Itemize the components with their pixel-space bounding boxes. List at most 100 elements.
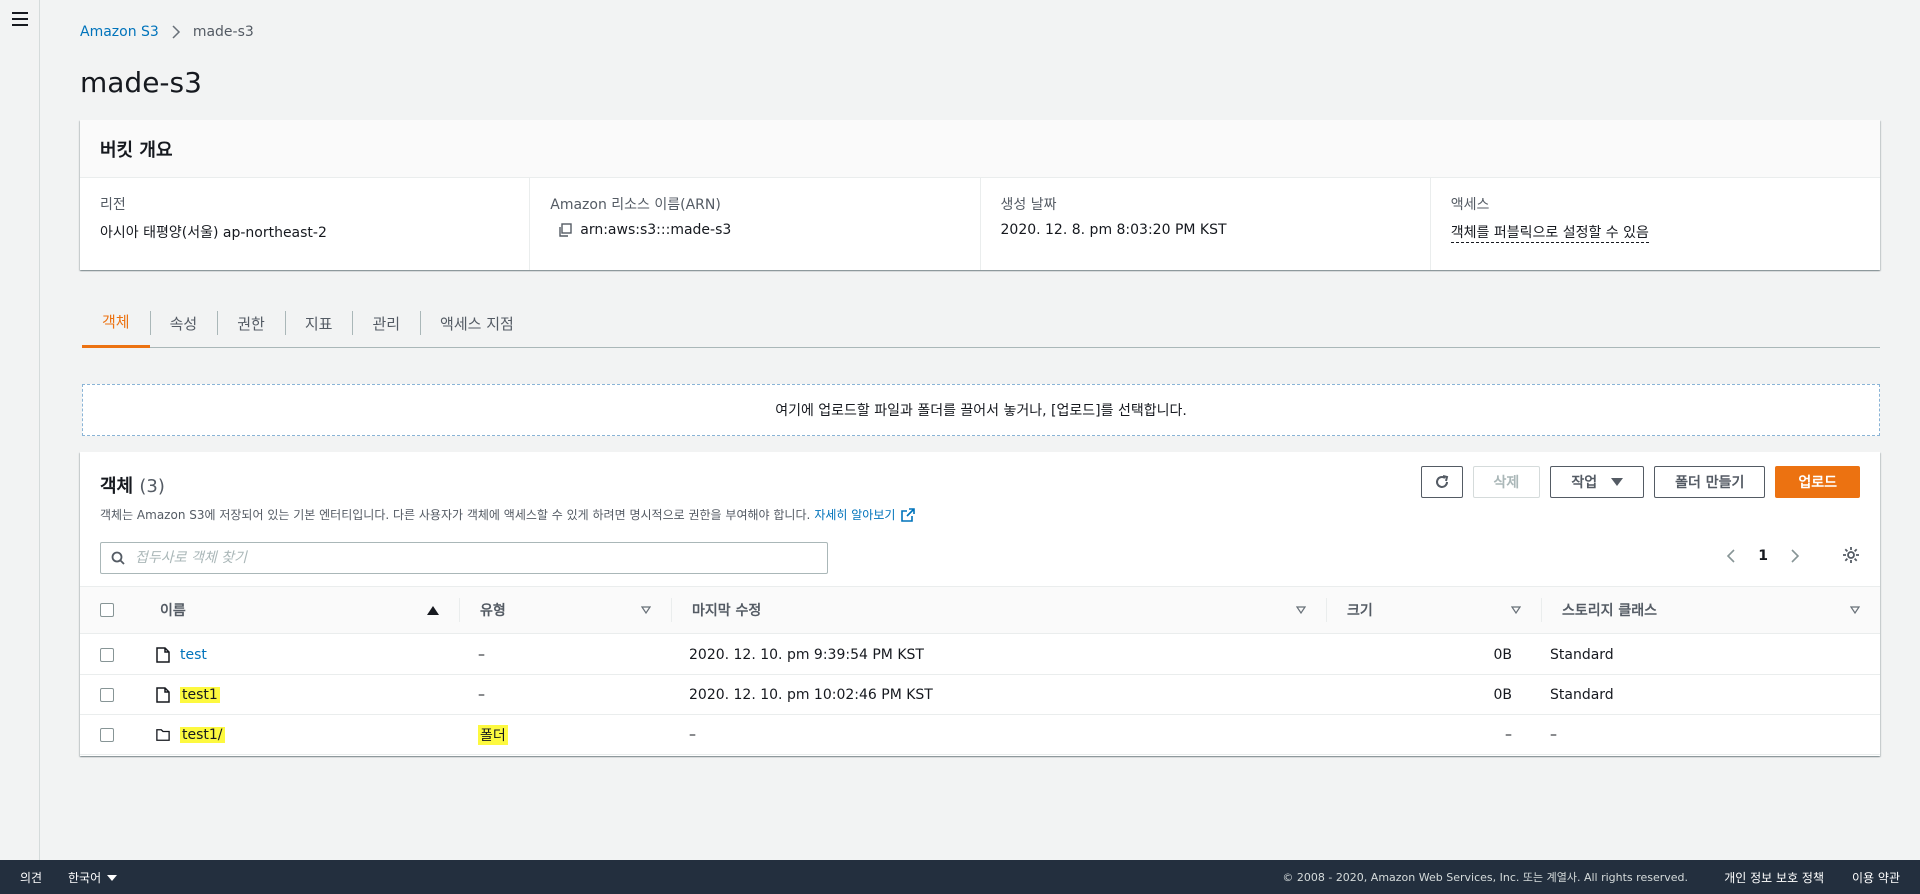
overview-columns: 리전 아시아 태평양(서울) ap-northeast-2 Amazon 리소스… xyxy=(80,178,1880,270)
table-row[interactable]: test – 2020. 12. 10. pm 9:39:54 PM KST 0… xyxy=(80,635,1880,675)
arn-label: Amazon 리소스 이름(ARN) xyxy=(550,197,721,213)
copyright-text: © 2008 - 2020, Amazon Web Services, Inc.… xyxy=(1282,871,1688,884)
select-all-checkbox[interactable] xyxy=(100,603,114,617)
row-checkbox[interactable] xyxy=(100,727,114,742)
learn-more-link[interactable]: 자세히 알아보기 xyxy=(814,506,895,523)
search-icon xyxy=(111,551,125,565)
caret-down-icon xyxy=(1611,478,1624,486)
objects-toolbar: 삭제 작업 폴더 만들기 업로드 xyxy=(1420,466,1860,498)
region-label: 리전 xyxy=(100,197,126,213)
row-checkbox[interactable] xyxy=(100,687,114,702)
object-storage-class: – xyxy=(1550,726,1557,743)
terms-of-use-link[interactable]: 이용 약관 xyxy=(1852,869,1900,886)
column-modified-label: 마지막 수정 xyxy=(692,603,762,619)
object-type: – xyxy=(478,646,485,663)
table-row[interactable]: test1 – 2020. 12. 10. pm 10:02:46 PM KST… xyxy=(80,675,1880,715)
breadcrumb-amazon-s3-link[interactable]: Amazon S3 xyxy=(80,24,159,40)
access-label: 액세스 xyxy=(1450,197,1490,213)
column-header-size[interactable]: 크기 xyxy=(1327,598,1542,622)
region-column: 리전 아시아 태평양(서울) ap-northeast-2 xyxy=(80,178,531,270)
arn-column: Amazon 리소스 이름(ARN) arn:aws:s3:::made-s3 xyxy=(530,178,981,270)
objects-heading: 객체 (3) xyxy=(100,472,165,498)
column-header-type[interactable]: 유형 xyxy=(460,598,672,622)
delete-button[interactable]: 삭제 xyxy=(1472,466,1541,498)
sort-ascending-icon xyxy=(427,605,439,615)
refresh-icon xyxy=(1435,475,1448,488)
overview-header: 버킷 개요 xyxy=(80,120,1880,178)
previous-page-icon[interactable] xyxy=(1726,548,1736,564)
page-title: made-s3 xyxy=(80,66,202,99)
arn-value: arn:aws:s3:::made-s3 xyxy=(580,222,732,238)
object-name-link[interactable]: test1/ xyxy=(180,726,225,743)
console-footer: 의견 한국어 © 2008 - 2020, Amazon Web Service… xyxy=(0,860,1920,894)
access-value-popover[interactable]: 객체를 퍼블릭으로 설정할 수 있음 xyxy=(1450,222,1649,243)
folder-icon xyxy=(156,728,170,741)
objects-count: (3) xyxy=(139,476,165,497)
created-value: 2020. 12. 8. pm 8:03:20 PM KST xyxy=(1000,222,1227,238)
object-size: 0B xyxy=(1493,686,1512,703)
created-column: 생성 날짜 2020. 12. 8. pm 8:03:20 PM KST xyxy=(981,178,1431,270)
pagination: 1 xyxy=(1726,548,1800,564)
side-navigation-rail xyxy=(0,0,40,860)
tab-permissions[interactable]: 권한 xyxy=(217,298,285,348)
chevron-right-icon xyxy=(172,25,180,39)
sort-icon xyxy=(1511,606,1521,614)
upload-button[interactable]: 업로드 xyxy=(1775,466,1860,498)
object-storage-class: Standard xyxy=(1550,646,1614,663)
refresh-button[interactable] xyxy=(1420,466,1463,498)
gear-icon[interactable] xyxy=(1842,546,1860,564)
objects-description: 객체는 Amazon S3에 저장되어 있는 기본 엔터티입니다. 다른 사용자… xyxy=(100,508,811,522)
object-search-box xyxy=(100,542,828,574)
column-header-last-modified[interactable]: 마지막 수정 xyxy=(672,598,1327,622)
column-header-storage-class[interactable]: 스토리지 클래스 xyxy=(1542,598,1880,622)
next-page-icon[interactable] xyxy=(1790,548,1800,564)
file-icon xyxy=(156,686,170,703)
sort-icon xyxy=(1850,606,1860,614)
tab-management[interactable]: 관리 xyxy=(352,298,420,348)
language-selector[interactable]: 한국어 xyxy=(68,869,118,886)
object-last-modified: 2020. 12. 10. pm 10:02:46 PM KST xyxy=(689,686,933,703)
object-size: – xyxy=(1505,726,1512,743)
upload-dropzone[interactable]: 여기에 업로드할 파일과 폴더를 끌어서 놓거나, [업로드]를 선택합니다. xyxy=(82,384,1880,436)
actions-dropdown-button[interactable]: 작업 xyxy=(1550,466,1645,498)
file-icon xyxy=(156,646,170,663)
tab-objects[interactable]: 객체 xyxy=(82,298,150,348)
breadcrumb: Amazon S3 made-s3 xyxy=(80,24,254,40)
object-name-link[interactable]: test1 xyxy=(180,686,220,703)
feedback-link[interactable]: 의견 xyxy=(20,869,42,886)
sort-icon xyxy=(641,606,651,614)
tab-properties[interactable]: 속성 xyxy=(149,298,218,348)
object-size: 0B xyxy=(1493,646,1512,663)
column-storage-label: 스토리지 클래스 xyxy=(1562,603,1658,619)
table-row[interactable]: test1/ 폴더 – – – xyxy=(80,715,1880,755)
bucket-overview-panel: 버킷 개요 리전 아시아 태평양(서울) ap-northeast-2 Amaz… xyxy=(80,120,1880,270)
sort-icon xyxy=(1296,606,1306,614)
caret-down-icon xyxy=(107,875,118,881)
object-type: 폴더 xyxy=(478,724,508,745)
row-checkbox[interactable] xyxy=(100,647,114,662)
object-last-modified: – xyxy=(689,726,696,743)
created-label: 생성 날짜 xyxy=(1000,197,1057,213)
objects-panel: 객체 (3) 객체는 Amazon S3에 저장되어 있는 기본 엔터티입니다.… xyxy=(80,452,1880,756)
column-type-label: 유형 xyxy=(480,603,506,619)
column-size-label: 크기 xyxy=(1347,603,1373,619)
overview-title: 버킷 개요 xyxy=(100,140,173,161)
bucket-tabs: 객체 속성 권한 지표 관리 액세스 지점 xyxy=(82,298,1880,348)
object-search-input[interactable] xyxy=(135,550,817,566)
access-column: 액세스 객체를 퍼블릭으로 설정할 수 있음 xyxy=(1431,178,1880,270)
object-name-link[interactable]: test xyxy=(180,647,207,663)
actions-label: 작업 xyxy=(1571,475,1598,491)
create-folder-button[interactable]: 폴더 만들기 xyxy=(1654,466,1766,498)
object-type: – xyxy=(478,686,485,703)
privacy-policy-link[interactable]: 개인 정보 보호 정책 xyxy=(1724,869,1824,886)
external-link-icon[interactable] xyxy=(901,507,916,522)
current-page-number[interactable]: 1 xyxy=(1758,548,1768,564)
hamburger-menu-icon[interactable] xyxy=(12,12,28,26)
copy-icon[interactable] xyxy=(558,223,572,237)
language-label: 한국어 xyxy=(68,870,102,885)
objects-table-header: 이름 유형 마지막 수정 크기 스토리지 클래스 xyxy=(80,586,1880,634)
tab-access-points[interactable]: 액세스 지점 xyxy=(420,298,534,348)
column-header-name[interactable]: 이름 xyxy=(140,598,460,622)
tab-metrics[interactable]: 지표 xyxy=(284,298,353,348)
objects-description-row: 객체는 Amazon S3에 저장되어 있는 기본 엔터티입니다. 다른 사용자… xyxy=(100,506,916,523)
